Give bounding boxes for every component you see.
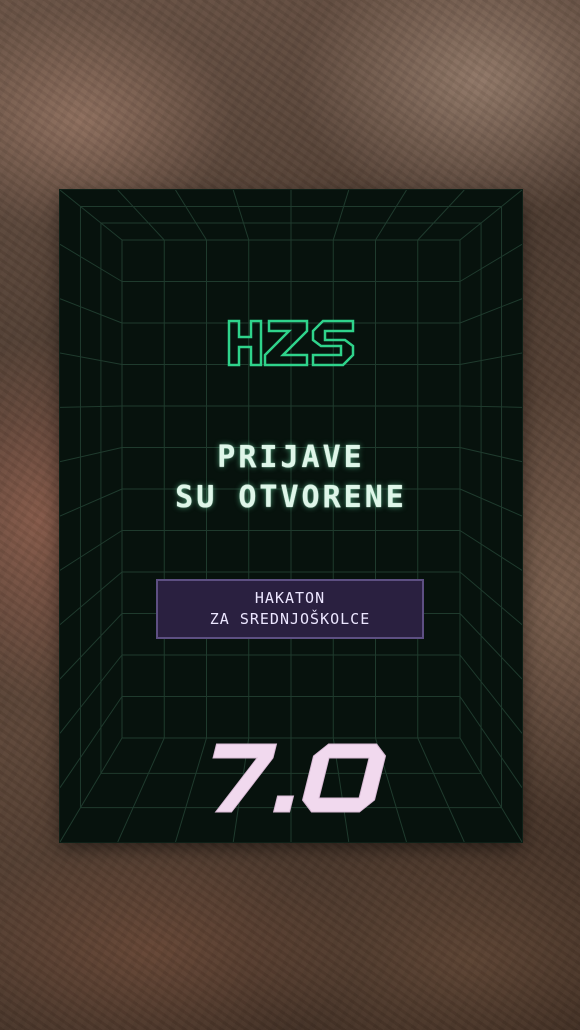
hzs-logo xyxy=(227,319,355,367)
tag-line-2: ZA SREDNJOŠKOLCE xyxy=(209,610,371,628)
headline-line-2: SU OTVORENE xyxy=(175,480,407,515)
tag-line-1: HAKATON xyxy=(254,589,326,607)
version-number xyxy=(212,743,387,813)
headline-line-1: PRIJAVE xyxy=(217,440,365,475)
event-poster: PRIJAVE SU OTVORENE HAKATON ZA SREDNJOŠK… xyxy=(60,190,522,842)
event-tag-badge: HAKATON ZA SREDNJOŠKOLCE xyxy=(156,579,424,639)
